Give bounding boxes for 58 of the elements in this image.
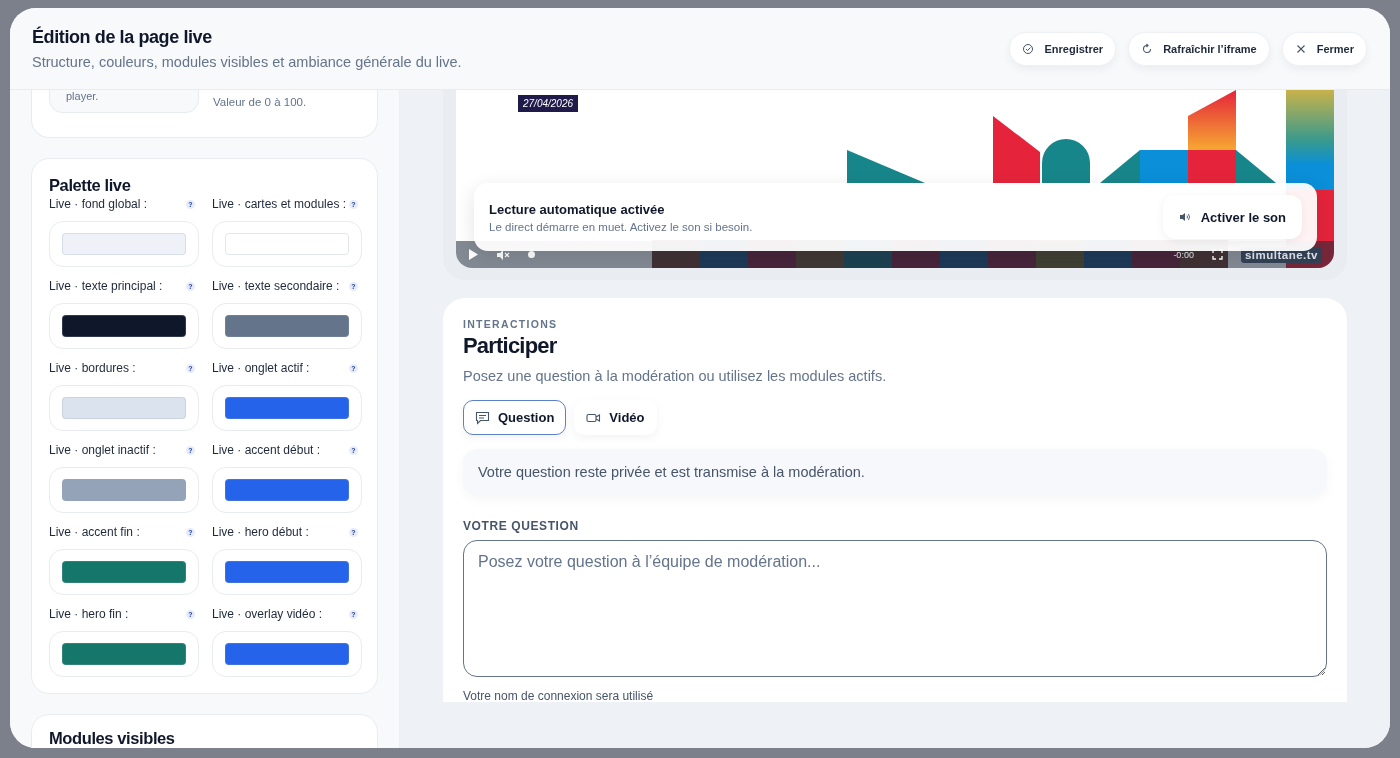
check-circle-icon <box>1022 42 1035 55</box>
color-label: Live · onglet inactif : <box>49 443 156 457</box>
color-picker[interactable] <box>49 221 199 267</box>
info-message: Votre question reste privée et est transmise à la modération. <box>463 449 1327 495</box>
color-picker[interactable] <box>212 303 362 349</box>
question-field[interactable]: Posez votre question à l’équipe de modération... <box>463 540 1327 677</box>
page-title: Édition de la page live <box>32 27 213 48</box>
color-label: Live · hero début : <box>212 525 309 539</box>
video-player[interactable]: 27/04/2026 -0:00 simultane.tv Lecture automatique activée Le direct démarre en muet. Activez le son si besoin. Activer le son <box>456 90 1334 268</box>
color-picker[interactable] <box>212 467 362 513</box>
section-subtitle: Posez une question à la modération ou utilisez les modules actifs. <box>463 368 888 384</box>
section-title: Palette live <box>49 176 132 195</box>
color-label: Live · overlay vidéo : <box>212 607 323 621</box>
close-icon <box>1294 42 1307 55</box>
color-picker[interactable] <box>49 549 199 595</box>
color-label: Live · cartes et modules : <box>212 197 347 211</box>
tab[interactable]: Vidéo <box>574 400 657 435</box>
text-field[interactable]: player. <box>49 90 199 113</box>
unmute-button[interactable]: Activer le son <box>1162 195 1302 239</box>
page-subtitle: Structure, couleurs, modules visibles et ambiance générale du live. <box>32 54 462 70</box>
color-label: Live · bordures : <box>49 361 136 375</box>
section-eyebrow: INTERACTIONS <box>463 318 559 330</box>
field-label: VOTRE QUESTION <box>463 519 580 533</box>
color-label: Live · onglet actif : <box>212 361 310 375</box>
color-picker[interactable] <box>49 385 199 431</box>
color-label: Live · hero fin : <box>49 607 129 621</box>
field-text: player. <box>66 90 99 102</box>
notice-title: Lecture automatique activée <box>489 201 666 217</box>
color-picker[interactable] <box>212 221 362 267</box>
color-picker[interactable] <box>212 385 362 431</box>
speaker-icon <box>1178 212 1191 222</box>
footnote-text: Votre nom de connexion sera utilisé <box>463 689 655 702</box>
refresh-icon <box>1141 42 1154 55</box>
date-badge: 27/04/2026 <box>518 95 579 112</box>
color-label: Live · fond global : <box>49 197 148 211</box>
video-camera-icon <box>586 411 602 424</box>
close-button[interactable]: Fermer <box>1281 31 1367 66</box>
notice-text: Le direct démarre en muet. Activez le son si besoin. <box>489 220 753 233</box>
color-picker[interactable] <box>212 549 362 595</box>
color-label: Live · accent début : <box>212 443 321 457</box>
color-picker[interactable] <box>212 631 362 677</box>
color-picker[interactable] <box>49 303 199 349</box>
tab[interactable]: Question <box>463 400 567 435</box>
refresh-button[interactable]: Rafraîchir l’iframe <box>1128 31 1270 66</box>
save-button[interactable]: Enregistrer <box>1009 31 1117 66</box>
fullscreen-icon[interactable] <box>1211 249 1223 260</box>
color-label: Live · texte principal : <box>49 279 163 293</box>
time-display: -0:00 <box>1173 249 1194 260</box>
color-label: Live · accent fin : <box>49 525 140 539</box>
play-icon[interactable] <box>468 249 478 260</box>
section-title: Modules visibles <box>49 729 176 748</box>
color-picker[interactable] <box>49 467 199 513</box>
hint-text: Valeur de 0 à 100. <box>213 96 307 110</box>
chat-icon <box>475 410 490 425</box>
color-label: Live · texte secondaire : <box>212 279 340 293</box>
section-title: Participer <box>463 333 558 359</box>
color-picker[interactable] <box>49 631 199 677</box>
volume-slider-icon[interactable] <box>528 251 535 258</box>
